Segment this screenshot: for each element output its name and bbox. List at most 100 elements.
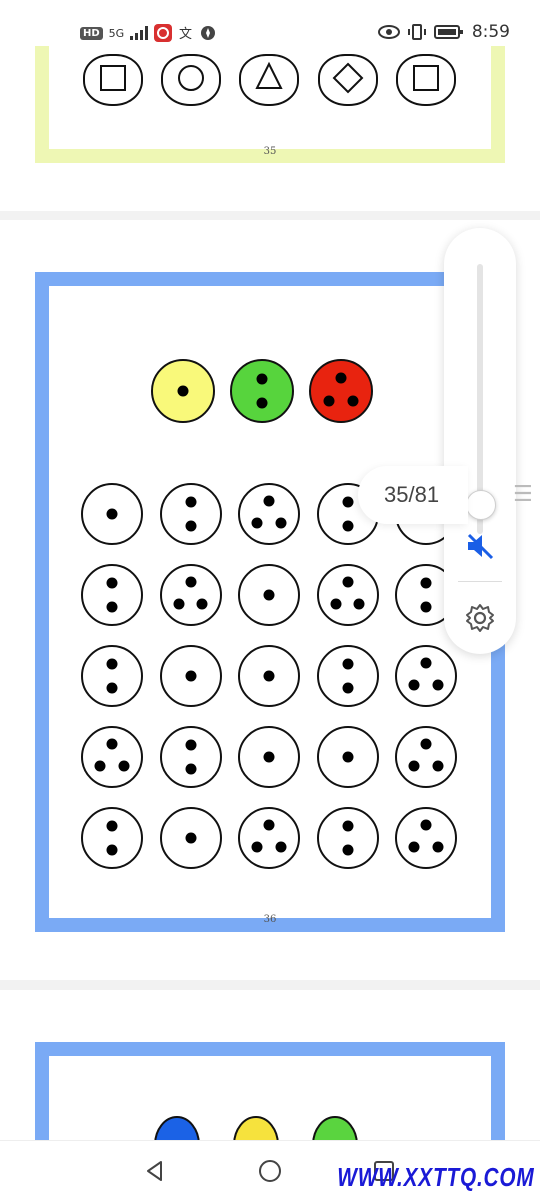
dot-circle-3 [238, 807, 300, 869]
dot-circle-3 [159, 564, 222, 626]
dot [106, 508, 118, 520]
clock: 8:59 [471, 22, 510, 42]
dot-circle-2 [159, 726, 222, 788]
page-counter[interactable]: 35/81 [358, 466, 468, 524]
apple-triangle [239, 54, 299, 106]
dot [106, 738, 118, 750]
apple-square [83, 54, 143, 106]
dot [408, 679, 420, 691]
dot [420, 819, 432, 831]
dot-circle-1 [316, 726, 379, 788]
dot [185, 763, 196, 775]
dot [335, 372, 347, 384]
dot [342, 844, 353, 856]
dot [196, 598, 208, 610]
network-label: 5G [108, 26, 125, 40]
dot [263, 589, 275, 601]
dot [185, 576, 196, 588]
watermark: WWW.XXTTQ.COM [336, 1162, 534, 1192]
eye-icon [377, 25, 400, 39]
navigation-bar: WWW.XXTTQ.COM [0, 1140, 540, 1201]
dot [420, 738, 432, 750]
app-notification-icon [154, 24, 173, 42]
dot [106, 682, 118, 694]
vibrate-icon [407, 24, 426, 40]
dot [408, 841, 420, 853]
dot [106, 844, 118, 856]
dot-circle-1 [238, 564, 300, 626]
dot [342, 496, 353, 508]
dot [347, 395, 359, 407]
dot-circle-2 [81, 645, 143, 707]
svg-text:文: 文 [179, 27, 192, 41]
dot [330, 598, 342, 610]
dot [173, 598, 185, 610]
status-right: 8:59 [377, 22, 510, 42]
dot [323, 395, 335, 407]
dot-circle-3 [81, 726, 143, 788]
dot [263, 819, 275, 831]
dot-circle-3 [395, 807, 457, 869]
dot-circle-1 [159, 645, 222, 707]
dot [106, 820, 118, 832]
dot [342, 820, 353, 832]
dot [420, 601, 432, 613]
dot [185, 739, 196, 751]
dot [342, 682, 353, 694]
dot-circle-2 [316, 807, 379, 869]
dot [263, 495, 275, 507]
dot [94, 760, 106, 772]
dot [263, 751, 275, 763]
dot-circle-3 [395, 726, 457, 788]
page-number-35: 35 [263, 146, 277, 157]
dot [420, 657, 432, 669]
dot [251, 841, 263, 853]
signal-icon [130, 26, 149, 40]
battery-icon [433, 25, 463, 39]
dot [342, 520, 353, 532]
dot [185, 520, 196, 532]
dot [251, 517, 263, 529]
green-circle-two-dots [230, 359, 294, 423]
home-icon[interactable] [258, 1159, 282, 1183]
dot-circle-1 [238, 645, 300, 707]
dot [420, 577, 432, 589]
apple-circle [161, 54, 221, 106]
dot-circle-1 [159, 807, 222, 869]
gear-icon[interactable] [464, 602, 496, 634]
dot [432, 679, 444, 691]
dot-circle-1 [238, 726, 300, 788]
page-counter-text: 35/81 [384, 482, 440, 507]
dot-circle-2 [81, 564, 143, 626]
dot [342, 658, 353, 670]
dot-circle-3 [316, 564, 379, 626]
dot [185, 832, 196, 844]
dot [106, 601, 118, 613]
red-circle-three-dots [309, 359, 373, 423]
volume-off-icon[interactable] [464, 530, 496, 562]
dot [408, 760, 420, 772]
translate-icon: 文 [179, 27, 192, 41]
dot [118, 760, 130, 772]
dot-circle-1 [81, 483, 143, 545]
back-icon[interactable] [143, 1159, 167, 1183]
dot [342, 576, 353, 588]
page-37 [0, 990, 540, 1162]
dot-circle-3 [238, 483, 300, 545]
dot [185, 496, 196, 508]
menu-icon[interactable]: ☰ [513, 484, 533, 506]
dot [275, 841, 287, 853]
hd-badge: HD [80, 26, 103, 40]
brightness-slider-knob[interactable] [466, 490, 496, 520]
dot [256, 373, 268, 385]
dot-circle-2 [316, 645, 379, 707]
page-35: 35 [0, 46, 540, 211]
dot [353, 598, 365, 610]
dot [177, 385, 189, 397]
yellow-circle-one-dot [151, 359, 215, 423]
dot-circle-3 [395, 645, 457, 707]
dot-circle-2 [81, 807, 143, 869]
dot [106, 658, 118, 670]
dot [432, 760, 444, 772]
apple-square-2 [396, 54, 456, 106]
